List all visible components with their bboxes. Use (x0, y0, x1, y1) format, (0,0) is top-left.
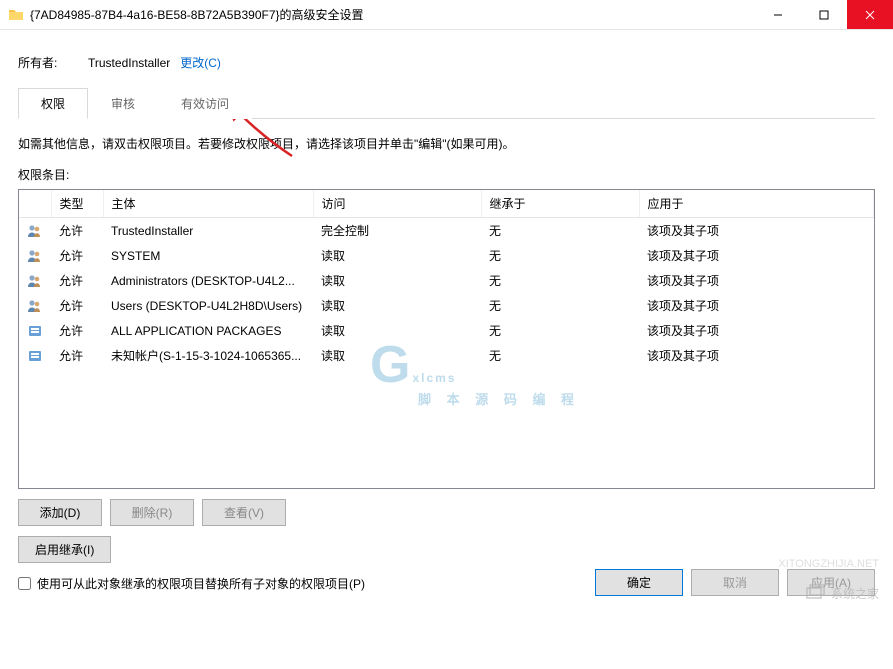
cell-inherited: 无 (481, 293, 639, 318)
cell-type: 允许 (51, 243, 103, 268)
tab-permissions[interactable]: 权限 (18, 88, 88, 119)
entries-label: 权限条目: (18, 166, 875, 183)
action-buttons-row: 添加(D) 删除(R) 查看(V) (18, 499, 875, 526)
cell-inherited: 无 (481, 343, 639, 368)
cell-applies: 该项及其子项 (639, 268, 874, 293)
owner-row: 所有者: TrustedInstaller 更改(C) (18, 54, 875, 71)
permission-row[interactable]: 允许SYSTEM读取无该项及其子项 (19, 243, 874, 268)
column-header-row: 类型 主体 访问 继承于 应用于 (19, 190, 874, 218)
cell-access: 读取 (313, 243, 481, 268)
principal-icon (19, 243, 51, 268)
cell-principal: ALL APPLICATION PACKAGES (103, 318, 313, 343)
view-button[interactable]: 查看(V) (202, 499, 286, 526)
inherit-row: 启用继承(I) (18, 536, 875, 563)
principal-icon (19, 218, 51, 244)
cell-principal: Administrators (DESKTOP-U4L2... (103, 268, 313, 293)
cell-inherited: 无 (481, 318, 639, 343)
cell-access: 读取 (313, 343, 481, 368)
tab-effective-access[interactable]: 有效访问 (158, 88, 252, 119)
cell-type: 允许 (51, 343, 103, 368)
principal-icon (19, 293, 51, 318)
cell-applies: 该项及其子项 (639, 218, 874, 244)
owner-label: 所有者: (18, 54, 78, 71)
enable-inheritance-button[interactable]: 启用继承(I) (18, 536, 111, 563)
col-applies[interactable]: 应用于 (639, 190, 874, 218)
owner-value: TrustedInstaller (88, 56, 170, 70)
cell-inherited: 无 (481, 218, 639, 244)
add-button[interactable]: 添加(D) (18, 499, 102, 526)
instructions-text: 如需其他信息，请双击权限项目。若要修改权限项目，请选择该项目并单击"编辑"(如果… (18, 135, 875, 154)
cell-principal: TrustedInstaller (103, 218, 313, 244)
permission-row[interactable]: 允许ALL APPLICATION PACKAGES读取无该项及其子项 (19, 318, 874, 343)
col-principal[interactable]: 主体 (103, 190, 313, 218)
cell-principal: 未知帐户(S-1-15-3-1024-1065365... (103, 343, 313, 368)
dialog-content: 所有者: TrustedInstaller 更改(C) 权限 审核 有效访问 如… (0, 30, 893, 610)
titlebar: {7AD84985-87B4-4a16-BE58-8B72A5B390F7}的高… (0, 0, 893, 30)
permission-row[interactable]: 允许Users (DESKTOP-U4L2H8D\Users)读取无该项及其子项 (19, 293, 874, 318)
cell-inherited: 无 (481, 243, 639, 268)
maximize-button[interactable] (801, 0, 847, 29)
col-inherited[interactable]: 继承于 (481, 190, 639, 218)
ok-button[interactable]: 确定 (595, 569, 683, 596)
apply-button[interactable]: 应用(A) (787, 569, 875, 596)
cell-access: 读取 (313, 293, 481, 318)
cell-type: 允许 (51, 218, 103, 244)
cell-access: 读取 (313, 318, 481, 343)
replace-child-permissions-checkbox[interactable] (18, 577, 31, 590)
footer-buttons: 确定 取消 应用(A) (595, 569, 875, 596)
replace-child-permissions-label[interactable]: 使用可从此对象继承的权限项目替换所有子对象的权限项目(P) (37, 575, 365, 592)
folder-icon (8, 7, 24, 23)
window-title: {7AD84985-87B4-4a16-BE58-8B72A5B390F7}的高… (30, 6, 755, 23)
permission-row[interactable]: 允许TrustedInstaller完全控制无该项及其子项 (19, 218, 874, 244)
minimize-button[interactable] (755, 0, 801, 29)
tab-audit[interactable]: 审核 (88, 88, 158, 119)
permissions-listbox[interactable]: 类型 主体 访问 继承于 应用于 允许TrustedInstaller完全控制无… (18, 189, 875, 489)
principal-icon (19, 318, 51, 343)
change-owner-link[interactable]: 更改(C) (180, 54, 221, 71)
cell-applies: 该项及其子项 (639, 243, 874, 268)
cell-inherited: 无 (481, 268, 639, 293)
cell-type: 允许 (51, 293, 103, 318)
cell-principal: SYSTEM (103, 243, 313, 268)
window-controls (755, 0, 893, 29)
cell-access: 完全控制 (313, 218, 481, 244)
permission-row[interactable]: 允许Administrators (DESKTOP-U4L2...读取无该项及其… (19, 268, 874, 293)
close-button[interactable] (847, 0, 893, 29)
cell-type: 允许 (51, 318, 103, 343)
principal-icon (19, 343, 51, 368)
col-type[interactable]: 类型 (51, 190, 103, 218)
cell-applies: 该项及其子项 (639, 293, 874, 318)
cell-applies: 该项及其子项 (639, 343, 874, 368)
cell-applies: 该项及其子项 (639, 318, 874, 343)
cell-principal: Users (DESKTOP-U4L2H8D\Users) (103, 293, 313, 318)
tabstrip: 权限 审核 有效访问 (18, 87, 875, 119)
remove-button[interactable]: 删除(R) (110, 499, 194, 526)
principal-icon (19, 268, 51, 293)
col-access[interactable]: 访问 (313, 190, 481, 218)
permission-row[interactable]: 允许未知帐户(S-1-15-3-1024-1065365...读取无该项及其子项 (19, 343, 874, 368)
cell-access: 读取 (313, 268, 481, 293)
cell-type: 允许 (51, 268, 103, 293)
cancel-button[interactable]: 取消 (691, 569, 779, 596)
